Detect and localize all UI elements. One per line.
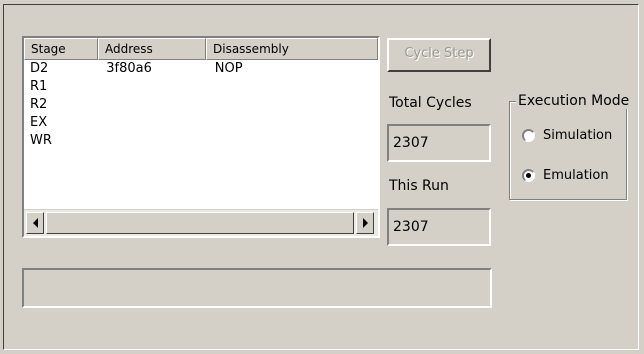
arrow-right-icon	[362, 218, 368, 228]
cycle-step-button[interactable]: Cycle Step	[387, 38, 491, 72]
total-cycles-field: 2307	[387, 124, 491, 162]
arrow-left-icon	[32, 218, 38, 228]
cell-address	[100, 96, 209, 114]
cell-disassembly: NOP	[214, 61, 243, 76]
total-cycles-label: Total Cycles	[389, 95, 472, 111]
execution-mode-title: Execution Mode	[516, 93, 632, 109]
execution-mode-group: Execution Mode Simulation Emulation	[509, 93, 632, 200]
scroll-right-button[interactable]	[356, 212, 374, 234]
table-row[interactable]: D2 3f80a6 NOP	[24, 60, 378, 78]
table-row[interactable]: R2	[24, 96, 378, 114]
table-row[interactable]: WR	[24, 132, 378, 150]
cell-stage: EX	[30, 115, 48, 130]
cell-disassembly	[209, 96, 378, 114]
this-run-field: 2307	[387, 208, 491, 246]
radio-simulation-label: Simulation	[543, 128, 613, 143]
scrollbar-thumb[interactable]	[46, 212, 354, 234]
cell-address	[100, 132, 209, 150]
scroll-left-button[interactable]	[26, 212, 44, 234]
radio-emulation[interactable]: Emulation	[522, 168, 609, 183]
cell-disassembly	[209, 78, 378, 96]
horizontal-scrollbar[interactable]	[24, 209, 378, 236]
cell-stage: WR	[30, 133, 52, 148]
cell-disassembly	[209, 114, 378, 132]
radio-simulation[interactable]: Simulation	[522, 128, 612, 143]
status-bar	[22, 268, 492, 308]
radio-emulation-label: Emulation	[543, 168, 609, 183]
column-header-stage[interactable]: Stage	[24, 38, 98, 60]
listview-header: Stage Address Disassembly	[24, 38, 378, 60]
cell-stage: R2	[30, 97, 48, 112]
table-row[interactable]: R1	[24, 78, 378, 96]
cell-stage: D2	[30, 61, 49, 76]
cell-address	[100, 114, 209, 132]
radio-button-icon[interactable]	[522, 129, 535, 142]
cell-stage: R1	[30, 79, 48, 94]
pipeline-listview[interactable]: Stage Address Disassembly D2 3f80a6 NOP …	[22, 36, 380, 238]
cell-disassembly	[209, 132, 378, 150]
radio-button-selected-icon[interactable]	[522, 169, 535, 182]
cell-address: 3f80a6	[106, 61, 152, 76]
listview-body: D2 3f80a6 NOP R1 R2 EX WR	[24, 60, 378, 210]
column-header-address[interactable]: Address	[98, 38, 206, 60]
table-row[interactable]: EX	[24, 114, 378, 132]
cell-address	[100, 78, 209, 96]
column-header-disassembly[interactable]: Disassembly	[206, 38, 378, 60]
this-run-label: This Run	[389, 178, 449, 194]
